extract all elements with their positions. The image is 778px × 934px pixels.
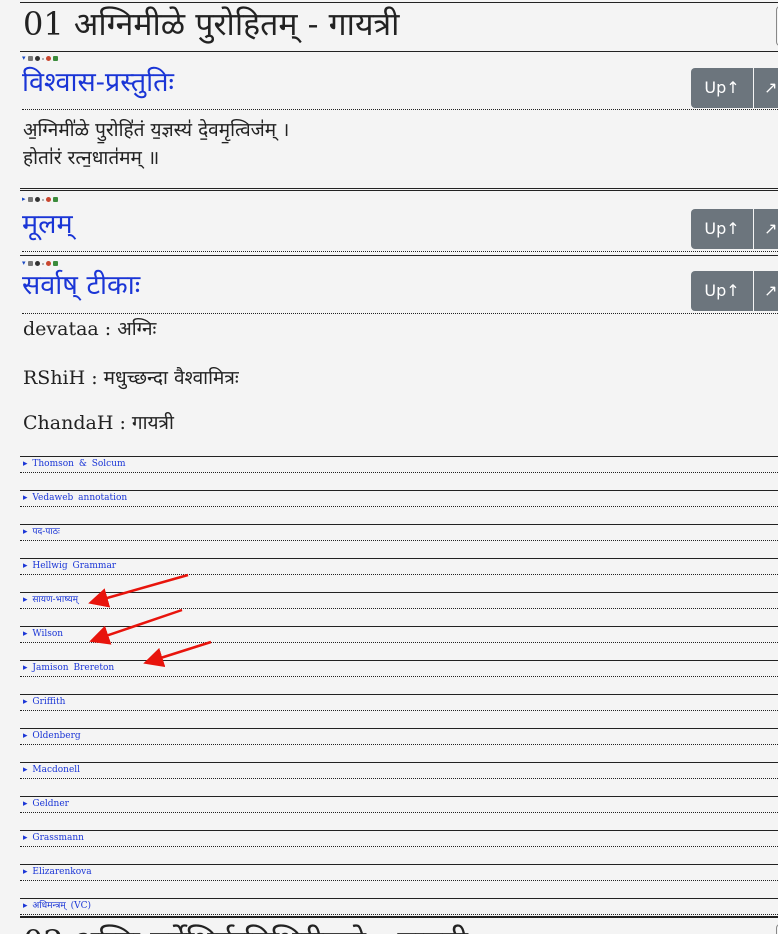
section-divider [22,109,778,110]
detail-macdonell[interactable]: ▸ Macdonell [20,762,778,781]
detail-hellwig[interactable]: ▸ Hellwig Grammar [20,558,778,577]
detail-padapatha[interactable]: ▸ पद-पाठः [20,524,778,543]
flower-icon[interactable] [45,261,51,266]
next-page-title: 02 अग्निः पूर्वेभिर्ऋषिभिरीड्यो - गायत्र… [23,922,468,934]
detail-sayana[interactable]: ▸ सायण-भाष्यम् [20,592,778,611]
top-rule [20,2,778,3]
detail-label[interactable]: ▸ Thomson & Solcum [23,459,126,470]
detail-label[interactable]: ▸ सायण-भाष्यम् [23,595,78,606]
detail-wilson[interactable]: ▸ Wilson [20,626,778,645]
next-section-rule [20,916,778,918]
detail-oldenberg[interactable]: ▸ Oldenberg [20,728,778,747]
detail-vedaweb[interactable]: ▸ Vedaweb annotation [20,490,778,509]
verse-line-1: अ॒ग्निमी॑ळे पु॒रोहि॑तं य॒ज्ञस्य॑ दे॒वमृ॒… [23,119,290,141]
section-rule [20,51,778,52]
detail-label[interactable]: ▸ Elizarenkova [23,867,92,878]
detail-adhimantram[interactable]: ▸ अधिमन्त्रम् (VC) [20,898,778,917]
verse-text: अ॒ग्निमी॑ळे पु॒रोहि॑तं य॒ज्ञस्य॑ दे॒वमृ॒… [23,116,289,172]
section-title-tika[interactable]: सर्वाष् टीकाः [22,270,140,302]
section-rule [20,188,778,191]
section-divider [22,313,778,314]
refresh-icon[interactable] [52,197,58,202]
dots-icon[interactable] [41,198,44,201]
verse-line-2: होता॑रं रत्न॒धात॑मम् ॥ [23,147,160,169]
section-toolbar-icons: ▾ [22,259,58,268]
chandas-line: ChandaH : गायत्री [23,412,174,434]
up-button[interactable]: Up↑ [691,68,753,108]
section-title-mulam[interactable]: मूलम् [22,209,73,241]
detail-label[interactable]: ▸ Griffith [23,697,65,708]
section-divider [22,251,778,252]
refresh-icon[interactable] [52,56,58,61]
detail-grassmann[interactable]: ▸ Grassmann [20,830,778,849]
devata-line: devataa : अग्निः [23,318,157,340]
flower-icon[interactable] [45,56,51,61]
refresh-icon[interactable] [52,261,58,266]
detail-thomson[interactable]: ▸ Thomson & Solcum [20,456,778,475]
detail-label[interactable]: ▸ Oldenberg [23,731,81,742]
section-toolbar-icons: ▾ [22,54,58,63]
detail-label[interactable]: ▸ Jamison Brereton [23,663,114,674]
external-link-button[interactable]: ↗ [754,271,778,311]
detail-label[interactable]: ▸ Hellwig Grammar [23,561,116,572]
book-icon[interactable] [27,261,33,266]
page: 01 अग्निमीळे पुरोहितम् - गायत्री ▾ विश्व… [0,0,778,934]
triangle-icon[interactable]: ▾ [22,54,26,63]
page-title: 01 अग्निमीळे पुरोहितम् - गायत्री [23,5,400,43]
up-button[interactable]: Up↑ [691,271,753,311]
triangle-icon[interactable]: ▾ [22,259,26,268]
detail-elizarenkova[interactable]: ▸ Elizarenkova [20,864,778,883]
section-title-prastuti[interactable]: विश्वास-प्रस्तुतिः [22,67,174,99]
detail-label[interactable]: ▸ Vedaweb annotation [23,493,127,504]
detail-label[interactable]: ▸ पद-पाठः [23,527,60,538]
detail-label[interactable]: ▸ Grassmann [23,833,84,844]
book-icon[interactable] [27,56,33,61]
up-button[interactable]: Up↑ [691,209,753,249]
person-icon[interactable] [34,261,40,266]
external-link-button[interactable]: ↗ [754,209,778,249]
detail-jamison[interactable]: ▸ Jamison Brereton [20,660,778,679]
detail-label[interactable]: ▸ अधिमन्त्रम् (VC) [23,901,91,912]
dots-icon[interactable] [41,57,44,60]
flower-icon[interactable] [45,197,51,202]
triangle-icon[interactable]: ▸ [22,195,26,204]
section-toolbar-icons: ▸ [22,195,58,204]
dots-icon[interactable] [41,262,44,265]
person-icon[interactable] [34,56,40,61]
book-icon[interactable] [27,197,33,202]
rishi-line: RShiH : मधुच्छन्दा वैश्वामित्रः [23,367,239,389]
detail-griffith[interactable]: ▸ Griffith [20,694,778,713]
annotation-arrow-jamison [143,640,212,667]
detail-label[interactable]: ▸ Wilson [23,629,63,640]
external-link-button[interactable]: ↗ [754,68,778,108]
detail-label[interactable]: ▸ Geldner [23,799,69,810]
section-rule [20,255,778,256]
detail-geldner[interactable]: ▸ Geldner [20,796,778,815]
person-icon[interactable] [34,197,40,202]
detail-label[interactable]: ▸ Macdonell [23,765,80,776]
